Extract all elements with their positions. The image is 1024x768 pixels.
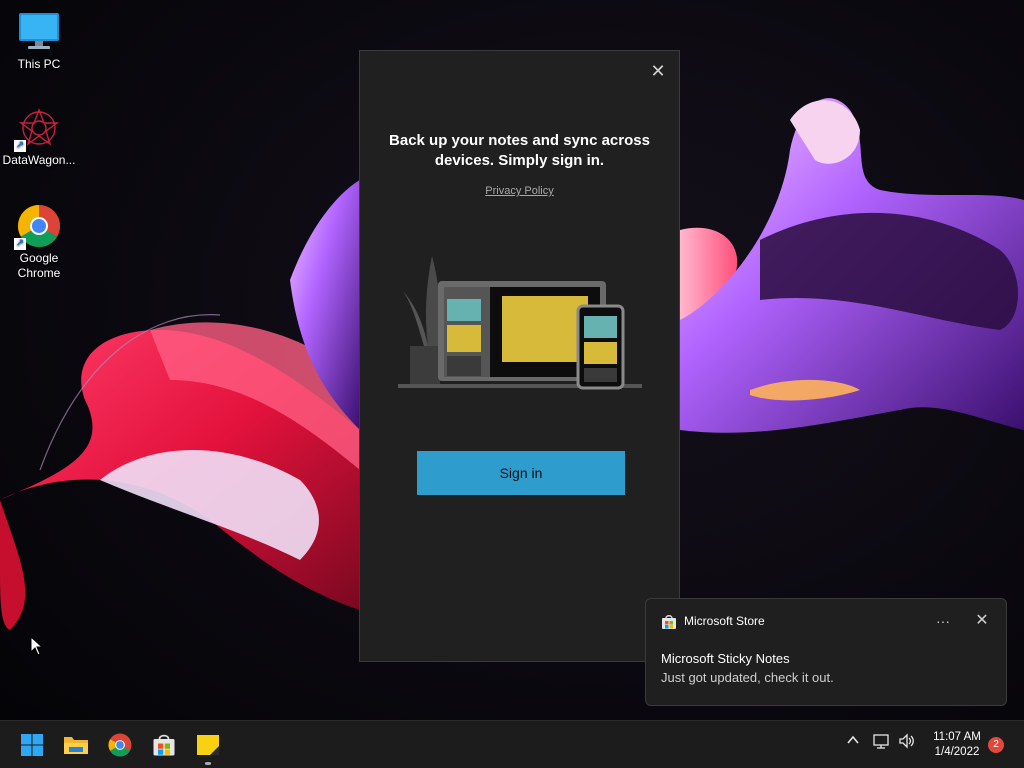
notification-count-badge[interactable]: 2: [988, 737, 1004, 753]
datawagon-icon: ↗: [14, 106, 61, 152]
shortcut-arrow-icon: ↗: [14, 238, 26, 250]
toast-notification[interactable]: Microsoft Store ··· ✕ Microsoft Sticky N…: [645, 598, 1007, 706]
active-app-indicator: [205, 762, 211, 765]
desktop-icon-label: This PC: [17, 57, 61, 71]
microsoft-store-icon: [153, 734, 175, 756]
file-explorer-button[interactable]: [60, 729, 92, 761]
more-options-icon[interactable]: ···: [931, 609, 955, 633]
volume-icon[interactable]: [898, 733, 916, 752]
sign-in-heading: Back up your notes and sync across devic…: [389, 132, 650, 169]
start-button[interactable]: [16, 729, 48, 761]
network-icon[interactable]: [873, 733, 891, 752]
desktop-icon-google-chrome[interactable]: ↗ Google Chrome: [0, 204, 78, 281]
taskbar: 11:07 AM 1/4/2022 2: [0, 720, 1024, 768]
clock-date: 1/4/2022: [934, 746, 980, 758]
sticky-notes-taskbar-button[interactable]: [192, 729, 224, 765]
shortcut-arrow-icon: ↗: [14, 140, 26, 152]
folder-icon: [64, 737, 88, 754]
toast-close-icon[interactable]: ✕: [970, 609, 994, 633]
desktop-icon-label: DataWagon...: [2, 153, 76, 167]
chrome-icon: [108, 733, 132, 757]
show-hidden-icons-chevron[interactable]: [846, 733, 860, 750]
chrome-taskbar-button[interactable]: [104, 729, 136, 761]
windows-start-icon: [21, 734, 43, 756]
monitor-icon: [17, 10, 61, 54]
toast-title: Microsoft Sticky Notes: [661, 651, 790, 666]
chrome-icon: ↗: [14, 204, 61, 250]
desktop-icon-label: Google Chrome: [17, 251, 61, 280]
close-icon[interactable]: ✕: [647, 60, 669, 82]
microsoft-store-button[interactable]: [148, 729, 180, 761]
desktop-icon-this-pc[interactable]: This PC: [0, 10, 78, 72]
mouse-cursor-icon: [30, 636, 44, 656]
toast-body: Just got updated, check it out.: [661, 670, 834, 685]
sign-in-button[interactable]: Sign in: [417, 451, 625, 495]
taskbar-clock[interactable]: 11:07 AM 1/4/2022: [920, 730, 994, 760]
devices-illustration: [398, 256, 642, 390]
privacy-policy-link[interactable]: Privacy Policy: [360, 185, 679, 197]
microsoft-store-icon: [661, 614, 677, 635]
toast-app-name: Microsoft Store: [684, 614, 765, 628]
clock-time: 11:07 AM: [933, 731, 981, 743]
desktop-icon-datawagon[interactable]: ↗ DataWagon...: [0, 106, 78, 168]
sticky-notes-window: ✕ Back up your notes and sync across dev…: [359, 50, 680, 662]
sticky-notes-icon: [197, 735, 219, 755]
